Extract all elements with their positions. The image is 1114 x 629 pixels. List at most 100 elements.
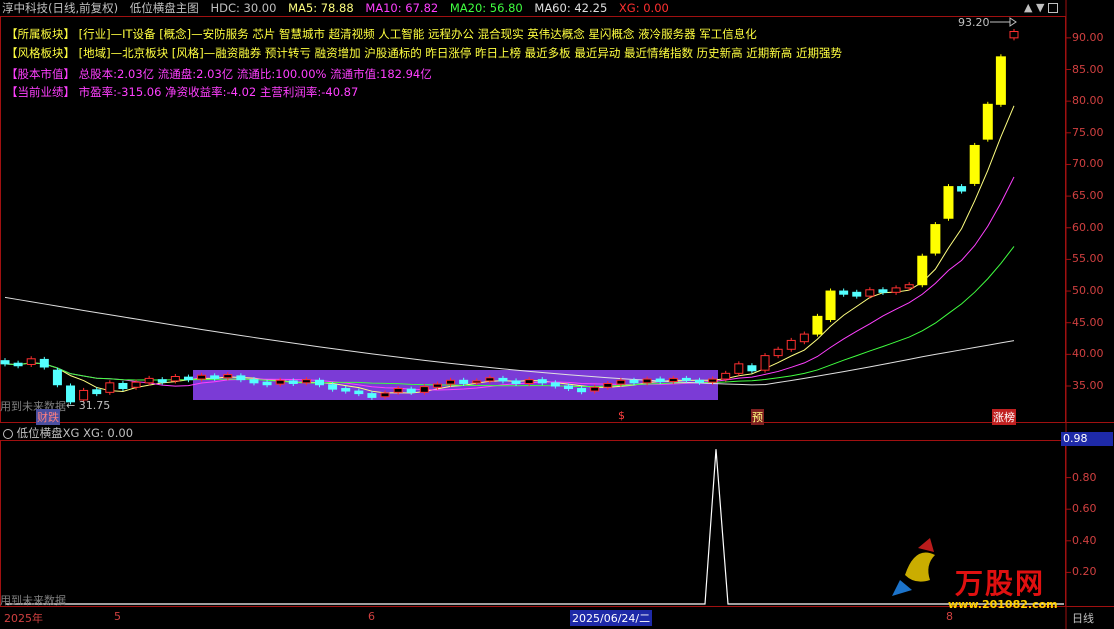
y-axis-label: 45.00 xyxy=(1072,315,1104,329)
candle-body xyxy=(314,379,324,386)
y-axis-label: 35.00 xyxy=(1072,379,1104,392)
candle-body xyxy=(393,388,403,393)
candle-body xyxy=(799,333,809,343)
up-arrow-icon[interactable]: ▲ xyxy=(1024,1,1032,14)
candle-body xyxy=(590,386,600,392)
x-cursor-date: 2025/06/24/二 xyxy=(570,610,653,626)
candle-body xyxy=(472,380,482,384)
s-marker: $ xyxy=(618,409,625,422)
candle-body xyxy=(642,378,652,384)
candle-body xyxy=(511,380,521,384)
sub-panel-collapse-icon[interactable] xyxy=(3,428,13,439)
header-bar: 淳中科技(日线,前复权) 低位横盘主图 HDC: 30.00 MA5: 78.8… xyxy=(0,0,677,16)
candle-body xyxy=(275,379,285,385)
sub-y-axis-label: 0.80 xyxy=(1072,470,1097,484)
y-axis-label: 60.00 xyxy=(1072,220,1104,234)
candle-body xyxy=(852,291,862,297)
candle-body xyxy=(695,379,705,383)
candle-body xyxy=(681,377,691,381)
sub-value-box: 0.98 xyxy=(1061,432,1113,446)
ma10-line xyxy=(4,176,1015,391)
candle-body xyxy=(995,56,1006,105)
candle-body xyxy=(432,383,442,388)
candle-body xyxy=(367,393,377,398)
signal-spike-line xyxy=(6,449,1064,605)
candle-body xyxy=(144,377,154,384)
candle-body xyxy=(118,382,128,390)
hdc-value: HDC: 30.00 xyxy=(210,1,277,15)
candle-body xyxy=(904,284,914,289)
sub-panel-border xyxy=(0,440,1066,607)
candle-body xyxy=(183,376,193,381)
candle-body xyxy=(26,358,36,365)
candle-body xyxy=(524,379,534,384)
candle-body xyxy=(616,379,626,385)
ma20-line xyxy=(4,246,1015,388)
sub-panel-header: 低位横盘XG XG: 0.00 xyxy=(0,425,133,441)
yu-marker: 预 xyxy=(751,409,764,425)
candle-body xyxy=(288,380,298,384)
window-controls: ▲ ▼ xyxy=(1024,1,1058,14)
candle-body xyxy=(917,255,928,286)
cap-line: 【股本市值】 总股本:2.03亿 流通盘:2.03亿 流通比:100.00% 流… xyxy=(6,66,432,82)
low-price-label: ← 31.75 xyxy=(66,399,111,412)
y-axis-ticks xyxy=(1066,37,1071,573)
indicator-name[interactable]: 低位横盘主图 xyxy=(130,1,199,15)
ma20-value: MA20: 56.80 xyxy=(449,1,523,15)
y-axis-label: 50.00 xyxy=(1072,284,1104,298)
candle-body xyxy=(249,379,259,384)
candle-body xyxy=(629,379,639,384)
candle-body xyxy=(13,362,23,367)
candle-body xyxy=(603,382,613,388)
high-arrow-icon xyxy=(1009,17,1017,27)
xg-value: XG: 0.00 xyxy=(618,1,669,15)
candle-body xyxy=(157,379,167,383)
sub-y-axis-label: 0.40 xyxy=(1072,533,1097,547)
style-text: [地域]—北京板块 [风格]—融资融券 预计转亏 融资增加 沪股通标的 昨日涨停… xyxy=(78,46,842,60)
y-axis-label: 65.00 xyxy=(1072,189,1104,203)
candle-body xyxy=(943,186,954,219)
candle-body xyxy=(577,388,587,393)
candle-body xyxy=(812,315,823,335)
candle-body xyxy=(747,365,757,372)
moving-averages xyxy=(4,105,1015,394)
candle-body xyxy=(52,369,62,386)
x-label-year: 2025年 xyxy=(4,612,43,625)
candle-body xyxy=(328,384,338,390)
sector-text: [行业]—IT设备 [概念]—安防服务 芯片 智慧城市 超清视频 人工智能 远程… xyxy=(78,27,757,41)
watermark-url: www.201082.com xyxy=(948,598,1058,611)
candle-body xyxy=(419,386,429,393)
down-arrow-icon[interactable]: ▼ xyxy=(1036,1,1044,14)
box-icon[interactable] xyxy=(1047,3,1058,13)
style-label: 【风格板块】 xyxy=(6,46,75,60)
watermark-logo-icon xyxy=(892,538,935,596)
sub-signal-line xyxy=(6,449,1064,605)
zhangbang-marker: 涨榜 xyxy=(992,409,1016,425)
candle-body xyxy=(446,379,456,385)
y-axis-label: 75.00 xyxy=(1072,125,1104,139)
period-label[interactable]: 日线 xyxy=(1072,610,1094,626)
candle-body xyxy=(825,290,836,321)
x-label-may: 5 xyxy=(114,610,121,623)
sub-y-axis-label: 0.60 xyxy=(1072,502,1097,516)
candle-body xyxy=(170,376,180,382)
caidie-marker: 财跌 xyxy=(36,409,60,425)
candle-body xyxy=(930,224,941,254)
cap-label: 【股本市值】 xyxy=(6,67,75,81)
candle-body xyxy=(878,289,888,293)
sub-y-axis-label: 0.20 xyxy=(1072,565,1097,579)
stock-name[interactable]: 淳中科技(日线,前复权) xyxy=(2,1,118,15)
candle-body xyxy=(708,378,718,383)
ma5-line xyxy=(4,105,1015,394)
sub-panel-title[interactable]: 低位横盘XG XG: 0.00 xyxy=(17,426,133,440)
cap-text: 总股本:2.03亿 流通盘:2.03亿 流通比:100.00% 流通市值:182… xyxy=(78,67,432,81)
candle-body xyxy=(197,374,207,380)
candle-body xyxy=(969,144,980,184)
candle-body xyxy=(839,290,849,295)
candle-body xyxy=(891,287,901,293)
candle-body xyxy=(39,358,49,368)
y-axis-label: 80.00 xyxy=(1072,94,1104,108)
candle-body xyxy=(550,382,560,387)
candle-body xyxy=(406,388,416,393)
candle-body xyxy=(773,348,783,357)
